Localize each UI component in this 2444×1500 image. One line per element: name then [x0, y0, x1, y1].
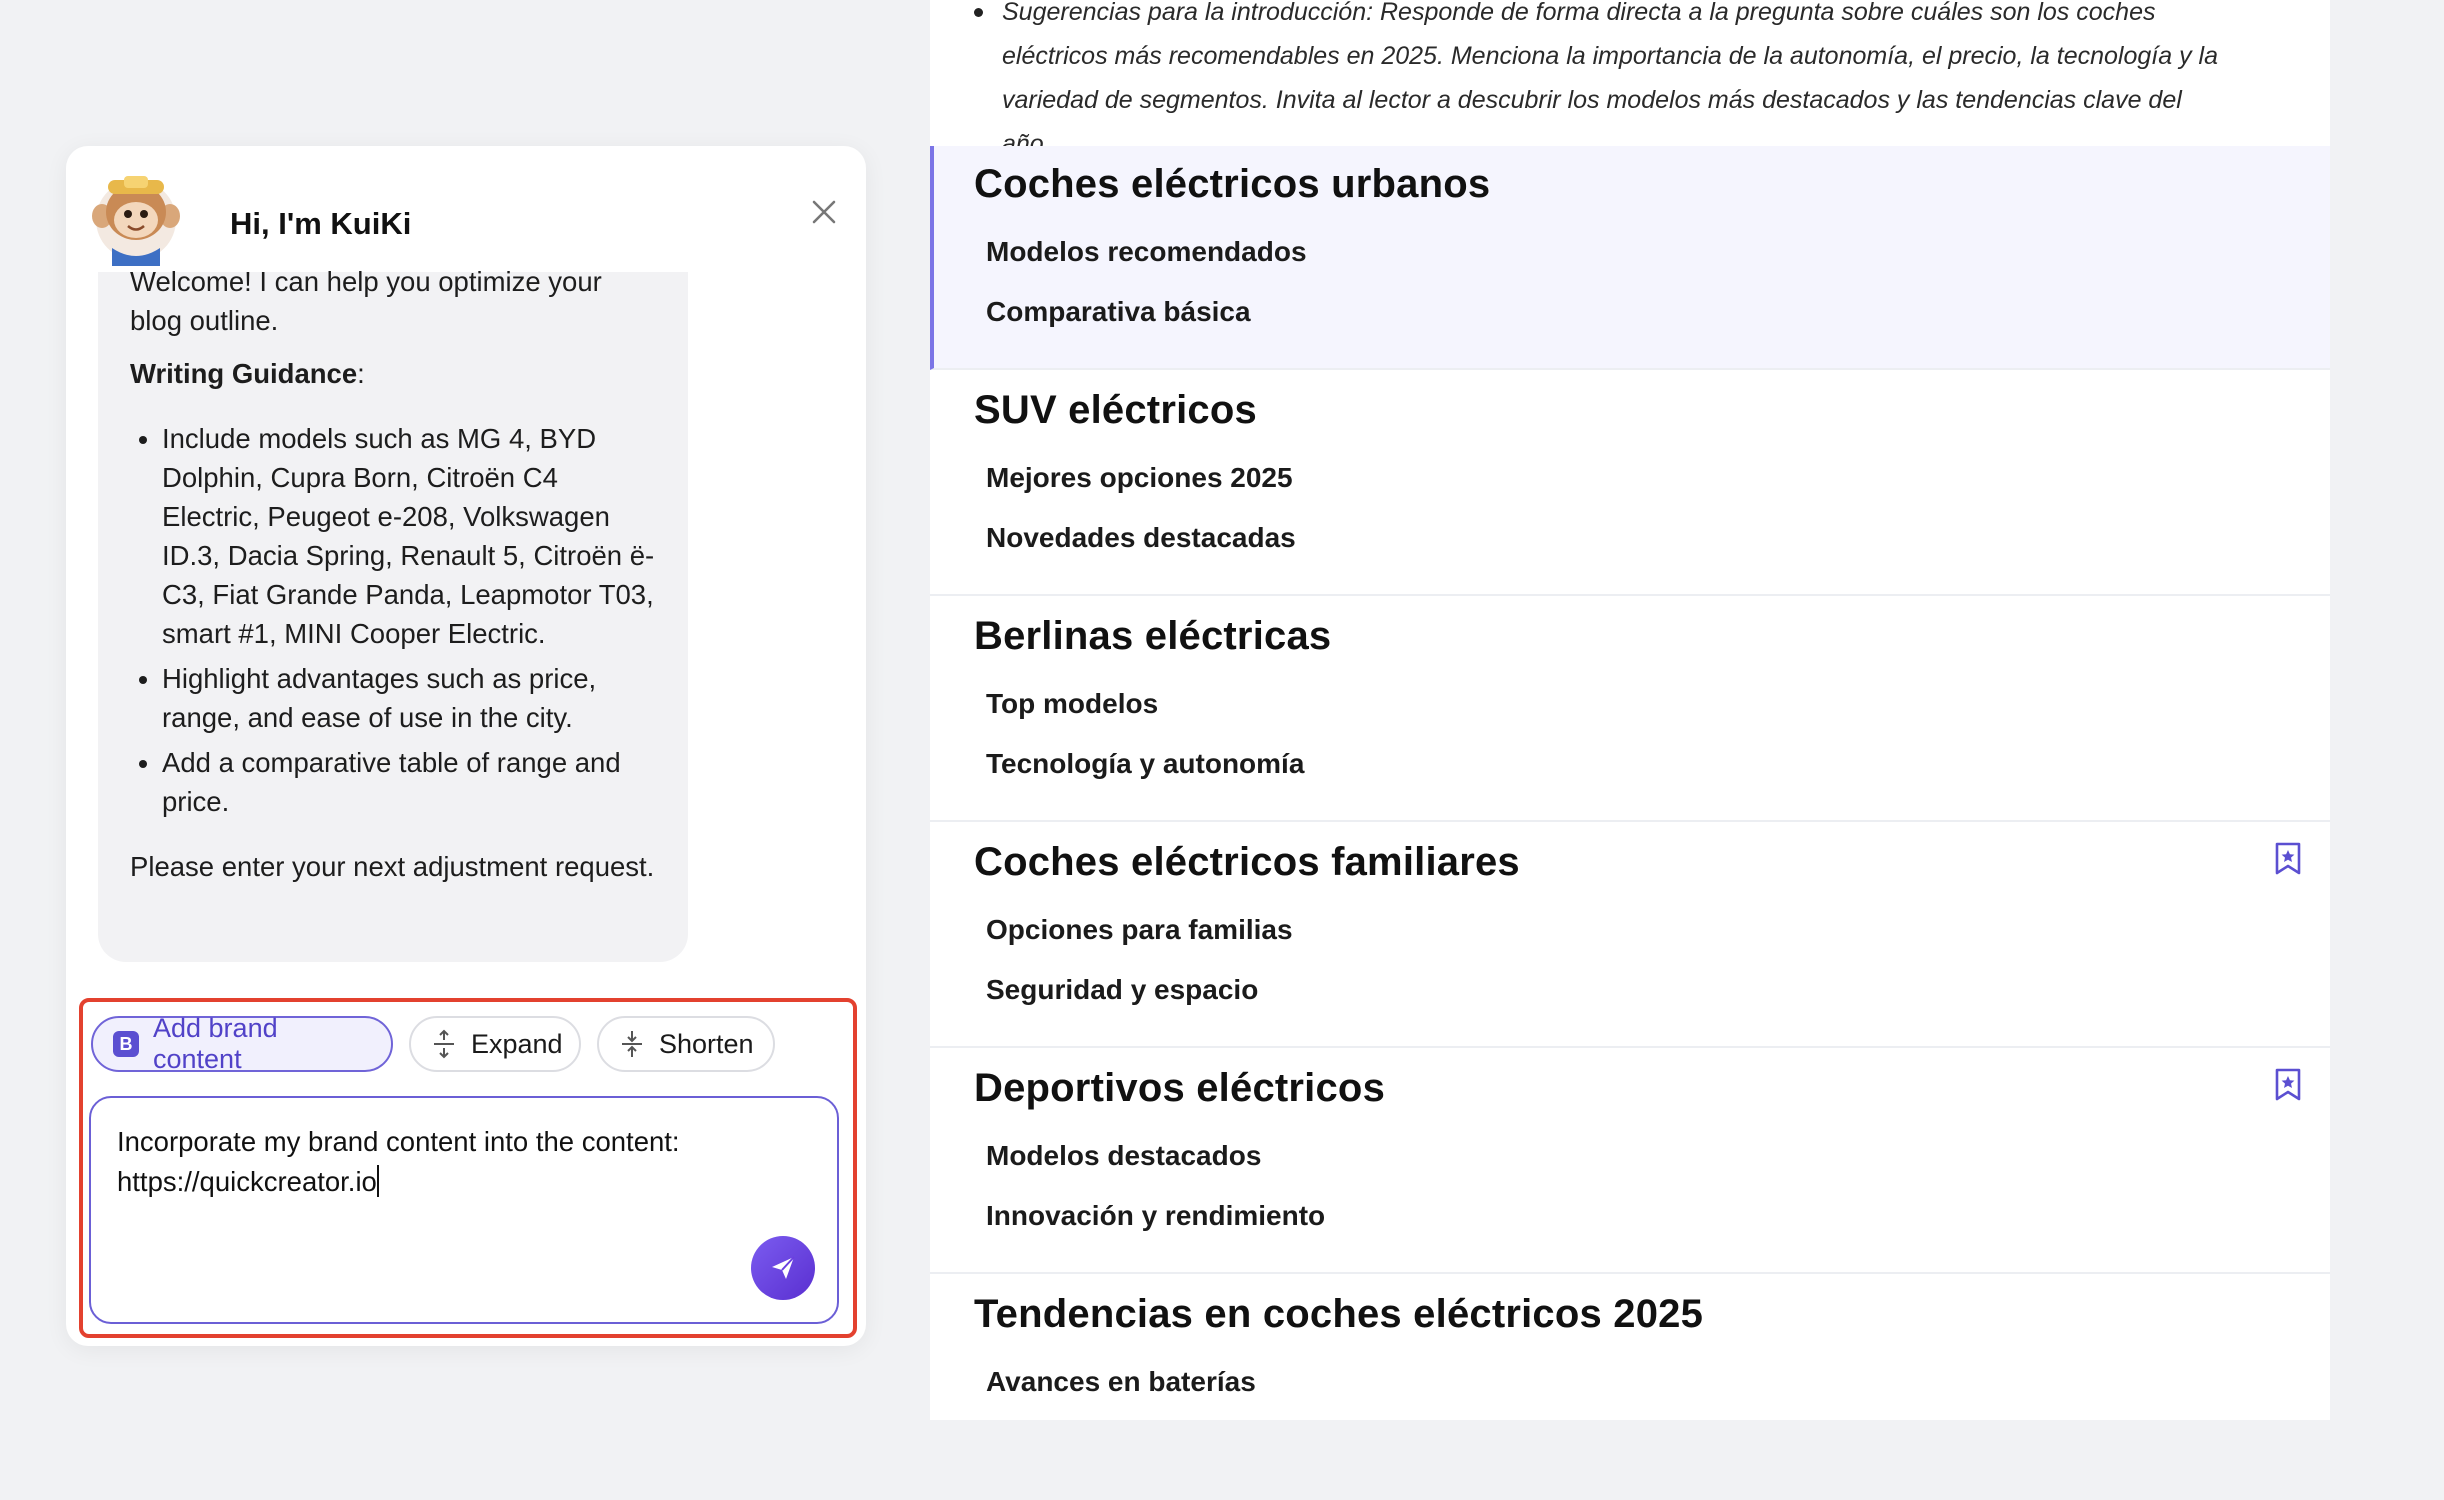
expand-button[interactable]: Expand	[409, 1016, 581, 1072]
outline-section-familiares[interactable]: Coches eléctricos familiares Opciones pa…	[930, 824, 2330, 1048]
text-caret	[376, 1165, 379, 1197]
bookmark-star-icon[interactable]	[2274, 842, 2302, 876]
subsection-title: Mejores opciones 2025	[986, 462, 1293, 493]
outline-section-tendencias[interactable]: Tendencias en coches eléctricos 2025 Ava…	[930, 1276, 2330, 1500]
section-title: Berlinas eléctricas	[974, 614, 1332, 658]
section-title: SUV eléctricos	[974, 388, 1257, 432]
brand-b-icon: B	[113, 1031, 139, 1057]
chat-header: Hi, I'm KuiKi	[86, 166, 846, 266]
send-arrow-icon	[772, 1256, 795, 1279]
subsection-title: Modelos destacados	[986, 1140, 1262, 1171]
kuiki-chat-panel: Hi, I'm KuiKi Welcome! I can help you op…	[66, 146, 866, 1346]
add-brand-content-button[interactable]: B Add brand content	[91, 1013, 393, 1074]
list-item: Add a comparative table of range and pri…	[162, 743, 656, 821]
subsection-title: Avances en baterías	[986, 1366, 1256, 1397]
subsection-title: Comparativa básica	[986, 296, 1251, 327]
outline-document: Sugerencias para la introducción: Respon…	[930, 0, 2330, 1420]
outline-section-urbanos[interactable]: Coches eléctricos urbanos Modelos recome…	[930, 146, 2330, 370]
subsection-title: Tecnología y autonomía	[986, 748, 1305, 779]
subsection-title: Opciones para familias	[986, 914, 1293, 945]
input-line-2: https://quickcreator.io	[117, 1166, 377, 1197]
subsection-title: Novedades destacadas	[986, 522, 1296, 553]
shorten-button[interactable]: Shorten	[597, 1016, 775, 1072]
chip-label: Shorten	[659, 1028, 754, 1059]
expand-icon	[431, 1029, 457, 1059]
assistant-message: Welcome! I can help you optimize your bl…	[98, 266, 688, 962]
input-line-1: Incorporate my brand content into the co…	[117, 1126, 680, 1157]
section-title: Coches eléctricos familiares	[974, 840, 1520, 884]
section-title: Deportivos eléctricos	[974, 1066, 1386, 1110]
outline-section-deportivos[interactable]: Deportivos eléctricos Modelos destacados…	[930, 1050, 2330, 1274]
outline-section-suv[interactable]: SUV eléctricos Mejores opciones 2025 Nov…	[930, 372, 2330, 596]
intro-suggestions: Sugerencias para la introducción: Respon…	[930, 0, 2330, 158]
chat-message-input[interactable]: Incorporate my brand content into the co…	[89, 1096, 839, 1324]
chat-input-area: B Add brand content Expand Shorten Incor…	[79, 998, 857, 1338]
subsection-title: Top modelos	[986, 688, 1159, 719]
guidance-label: Writing Guidance	[130, 358, 358, 389]
guidance-list: Include models such as MG 4, BYD Dolphin…	[130, 419, 656, 821]
chat-title: Hi, I'm KuiKi	[230, 206, 412, 241]
guidance-colon: :	[357, 358, 365, 389]
intro-suggestion-text: Sugerencias para la introducción: Respon…	[974, 0, 2222, 166]
section-title: Tendencias en coches eléctricos 2025	[974, 1292, 1704, 1336]
welcome-text: Welcome! I can help you optimize your bl…	[130, 266, 602, 336]
section-title: Coches eléctricos urbanos	[974, 162, 1491, 206]
next-request-text: Please enter your next adjustment reques…	[130, 851, 655, 882]
guidance-heading: Writing Guidance:	[130, 354, 656, 393]
send-button[interactable]	[751, 1236, 815, 1300]
list-item: Highlight advantages such as price, rang…	[162, 659, 656, 737]
list-item: Include models such as MG 4, BYD Dolphin…	[162, 419, 656, 653]
outline-section-berlinas[interactable]: Berlinas eléctricas Top modelos Tecnolog…	[930, 598, 2330, 822]
monkey-avatar-icon	[92, 176, 180, 266]
chip-label: Add brand content	[153, 1013, 278, 1074]
close-icon[interactable]	[806, 194, 842, 230]
shorten-icon	[619, 1029, 645, 1059]
subsection-title: Seguridad y espacio	[986, 974, 1259, 1005]
subsection-title: Modelos recomendados	[986, 236, 1307, 267]
subsection-title: Innovación y rendimiento	[986, 1200, 1326, 1231]
chip-label: Expand	[471, 1028, 563, 1059]
bookmark-star-icon[interactable]	[2274, 1068, 2302, 1102]
